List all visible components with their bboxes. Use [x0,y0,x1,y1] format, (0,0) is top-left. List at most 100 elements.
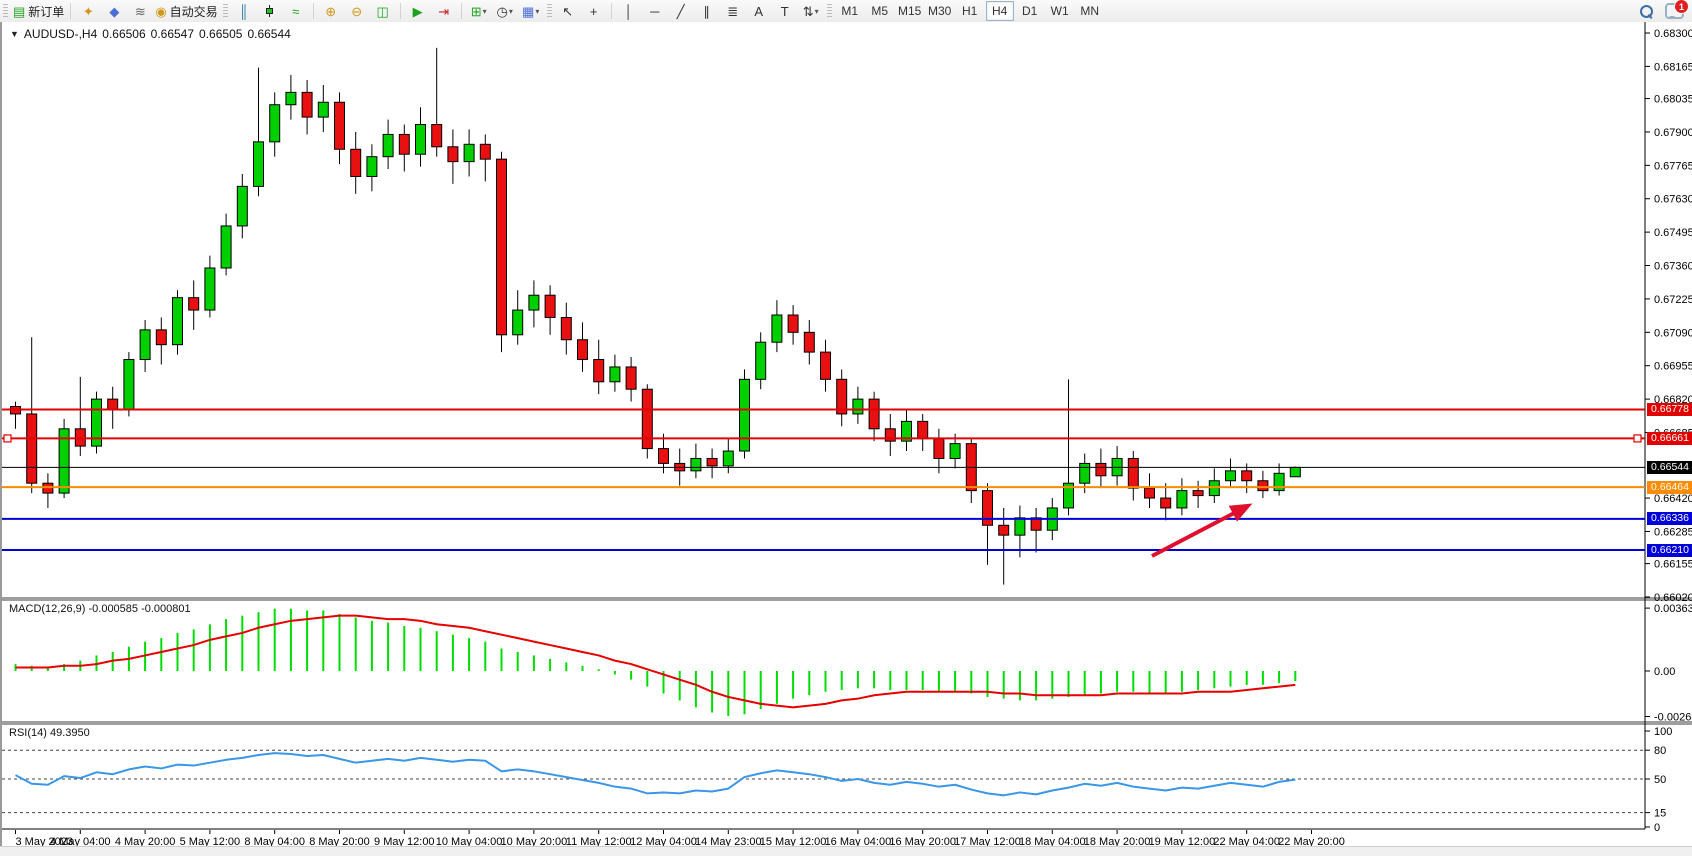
text-label-tool[interactable]: T [772,1,798,21]
bear-candle [545,295,555,317]
auto-scroll-button[interactable]: ▶ [405,1,431,21]
bear-candle [934,439,944,459]
toolbar-separator [70,3,71,19]
chevron-down-icon: ▾ [509,7,513,16]
metaeditor-icon: ◆ [109,5,119,18]
trendline-tool[interactable]: ╱ [668,1,694,21]
price-tick-label: 0.67765 [1654,160,1692,172]
toolbar-grip[interactable] [547,4,552,18]
timeframe-button-m30[interactable]: M30 [926,1,954,21]
bull-candle [124,360,134,409]
line-chart-icon: ≈ [292,5,299,18]
bear-candle [351,149,361,176]
chart-window[interactable]: ▼ AUDUSD-,H4 0.66506 0.66547 0.66505 0.6… [0,22,1692,846]
templates-button[interactable]: ▦▾ [518,1,544,21]
text-tool[interactable]: A [746,1,772,21]
crosshair-tool-button[interactable]: + [581,1,607,21]
horizontal-line-tool[interactable]: ─ [642,1,668,21]
toolbar-grip[interactable] [223,4,228,18]
tile-windows-button[interactable]: ◫ [370,1,396,21]
clock-icon: ◷ [496,5,507,18]
toolbar-separator [400,3,401,19]
price-tick-label: 0.67900 [1654,127,1692,139]
timeframe-button-mn[interactable]: MN [1076,1,1104,21]
new-order-label: 新订单 [28,3,64,20]
tile-windows-icon: ◫ [377,5,389,18]
bull-candle [853,399,863,414]
horizontal-lines-layer [2,409,1645,550]
chart-shift-button[interactable]: ⇥ [431,1,457,21]
equidistant-channel-icon: ∥ [703,5,710,18]
fibonacci-tool[interactable]: ≣ [720,1,746,21]
line-selection-handle[interactable] [1634,435,1641,442]
bull-candle [740,379,750,451]
bear-candle [189,298,199,310]
bull-candle [1015,518,1025,535]
timeframe-button-m15[interactable]: M15 [896,1,924,21]
line-selection-handle[interactable] [4,435,11,442]
toolbar-grip[interactable] [3,4,8,18]
bear-candle [578,340,588,360]
bull-candle [318,102,328,117]
periods-button[interactable]: ◷▾ [492,1,518,21]
main-toolbar: ▤ 新订单 ✦ ◆ ≋ ◉ 自动交易 ║ ≈ ⊕ ⊖ ◫ ▶ ⇥ ⊞▾ ◷▾ ▦… [0,0,1692,23]
cursor-tool-button[interactable]: ↖ [555,1,581,21]
bear-candle [335,102,345,149]
timeframe-button-m1[interactable]: M1 [836,1,864,21]
chevron-down-icon: ▾ [535,7,539,16]
signals-button[interactable]: ≋ [127,1,153,21]
bull-candle [691,458,701,470]
arrows-tool[interactable]: ⇅▾ [798,1,824,21]
chart-canvas[interactable]: 0.683000.681650.680350.679000.677650.676… [2,22,1692,846]
timeframe-button-h1[interactable]: H1 [956,1,984,21]
chart-symbol-title[interactable]: ▼ AUDUSD-,H4 0.66506 0.66547 0.66505 0.6… [10,27,291,41]
time-tick-label: 4 May 04:00 [50,836,111,846]
bull-candle [173,298,183,345]
rsi-indicator-label: RSI(14) 49.3950 [9,727,90,739]
time-tick-label: 16 May 20:00 [889,836,956,846]
time-tick-label: 12 May 04:00 [630,836,697,846]
indicators-button[interactable]: ⊞▾ [466,1,492,21]
market-watch-button[interactable]: ✦ [75,1,101,21]
vertical-line-tool[interactable]: │ [616,1,642,21]
auto-scroll-icon: ▶ [413,5,423,18]
autotrading-button[interactable]: ◉ 自动交易 [153,1,219,21]
time-tick-label: 8 May 20:00 [309,836,370,846]
one-click-trading-arrow-icon[interactable]: ▼ [10,29,19,39]
search-icon[interactable] [1640,5,1653,18]
annotations-layer [1152,504,1252,556]
channel-tool[interactable]: ∥ [694,1,720,21]
timeframe-button-d1[interactable]: D1 [1016,1,1044,21]
bear-candle [983,491,993,526]
macd-indicator-label: MACD(12,26,9) -0.000585 -0.000801 [9,603,191,615]
time-tick-label: 10 May 20:00 [501,836,568,846]
toolbar-grip[interactable] [827,4,832,18]
notifications-icon[interactable]: 1 [1665,3,1684,19]
bear-candle [1145,488,1155,498]
timeframe-button-w1[interactable]: W1 [1046,1,1074,21]
bull-candle [1290,467,1300,476]
indicators-icon: ⊞ [471,5,482,18]
bull-candle [1226,471,1236,481]
zoom-out-button[interactable]: ⊖ [344,1,370,21]
timeframe-button-h4[interactable]: H4 [986,1,1014,21]
candlestick-chart-button[interactable] [257,1,283,21]
bear-candle [594,360,604,382]
time-tick-label: 17 May 12:00 [954,836,1021,846]
metaeditor-button[interactable]: ◆ [101,1,127,21]
macd-signal-line [16,616,1296,708]
bull-candle [1080,463,1090,483]
bear-candle [804,332,814,352]
zoom-in-button[interactable]: ⊕ [318,1,344,21]
new-order-button[interactable]: ▤ 新订单 [11,1,66,21]
time-tick-label: 15 May 12:00 [760,836,827,846]
bear-candle [626,367,636,389]
timeframe-button-m5[interactable]: M5 [866,1,894,21]
line-chart-button[interactable]: ≈ [283,1,309,21]
axes-layer: 0.683000.681650.680350.679000.677650.676… [16,28,1692,846]
new-order-icon: ▤ [13,5,25,18]
rsi-axis-label: 15 [1654,808,1666,820]
price-tick-label: 0.66420 [1654,493,1692,505]
bar-chart-button[interactable]: ║ [231,1,257,21]
bear-candle [497,159,507,335]
